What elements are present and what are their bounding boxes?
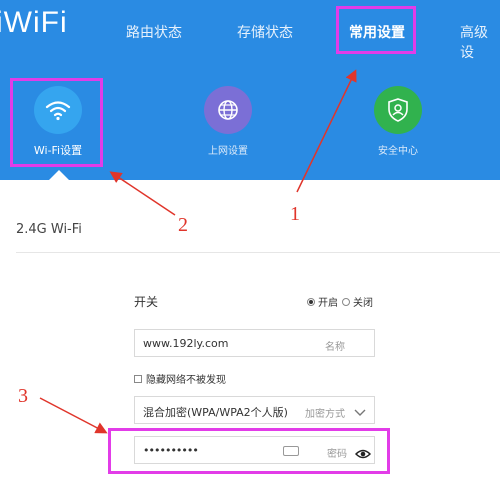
hidden-network-checkbox[interactable] (134, 374, 142, 383)
radio-off-indicator[interactable] (342, 297, 350, 306)
annotation-number-3: 3 (18, 385, 28, 407)
arrow-3 (39, 397, 108, 434)
ssid-input[interactable]: www.192ly.com 名称 (134, 329, 375, 357)
switch-label: 开关 (134, 295, 159, 309)
annotation-number-1: 1 (290, 203, 300, 225)
encryption-value: 混合加密(WPA/WPA2个人版) (143, 406, 288, 419)
hidden-network-checkbox-row[interactable]: 隐藏网络不被发现 (134, 371, 226, 386)
radio-off[interactable]: 关闭 (342, 294, 373, 309)
ssid-value: www.192ly.com (143, 337, 229, 350)
encryption-select[interactable]: 混合加密(WPA/WPA2个人版) 加密方式 (134, 396, 375, 424)
radio-on-label: 开启 (318, 298, 338, 309)
annotation-number-2: 2 (178, 214, 188, 236)
radio-on-indicator[interactable] (307, 297, 315, 306)
encryption-placeholder: 加密方式 (305, 409, 345, 420)
hidden-network-label: 隐藏网络不被发现 (146, 375, 226, 386)
arrow-1 (296, 69, 357, 193)
ssid-placeholder: 名称 (325, 342, 345, 353)
section-title: 2.4G Wi-Fi (16, 222, 82, 237)
radio-on[interactable]: 开启 (307, 294, 338, 309)
section-divider (16, 252, 500, 253)
radio-off-label: 关闭 (353, 298, 373, 309)
chevron-down-icon (354, 403, 366, 422)
annotation-highlight-password (108, 428, 390, 474)
arrow-2 (109, 171, 176, 216)
